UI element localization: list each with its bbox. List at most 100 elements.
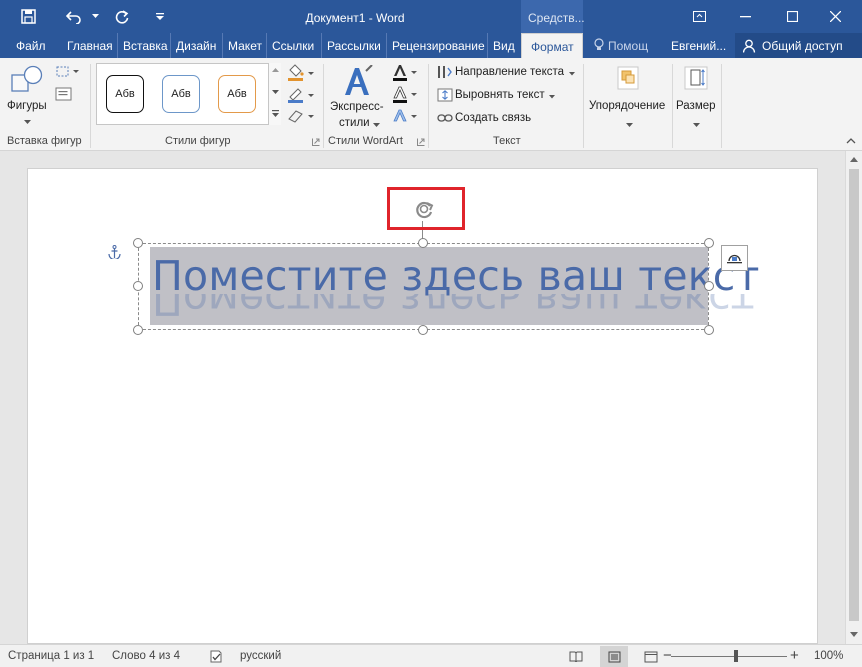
group-divider — [90, 64, 91, 148]
zoom-slider-thumb[interactable] — [734, 650, 738, 662]
ribbon-display-options-button[interactable] — [676, 0, 722, 33]
resize-handle-bottom[interactable] — [418, 325, 428, 335]
resize-handle-top[interactable] — [418, 238, 428, 248]
zoom-level[interactable]: 100% — [814, 650, 843, 662]
shapes-button[interactable]: Фигуры — [6, 64, 50, 128]
text-direction-button[interactable]: Направление текста — [435, 64, 577, 82]
shape-style-swatch-black[interactable]: Абв — [106, 75, 144, 113]
text-outline-icon — [393, 86, 417, 103]
vertical-scrollbar[interactable] — [845, 151, 862, 644]
zoom-slider-track[interactable] — [671, 656, 787, 657]
shape-style-swatch-orange[interactable]: Абв — [218, 75, 256, 113]
save-icon — [20, 9, 36, 24]
language-indicator[interactable]: русский — [240, 650, 281, 662]
resize-handle-bottom-right[interactable] — [704, 325, 714, 335]
web-layout-button[interactable] — [637, 646, 665, 667]
resize-handle-left[interactable] — [133, 281, 143, 291]
minimize-button[interactable] — [722, 0, 768, 33]
wordart-text[interactable]: Поместите здесь ваш текст — [152, 252, 760, 300]
ribbon-tabs: Файл Главная Вставка Дизайн Макет Ссылки… — [0, 33, 862, 58]
scrollbar-thumb[interactable] — [849, 169, 859, 621]
group-divider — [583, 64, 584, 148]
undo-button[interactable] — [58, 0, 90, 33]
resize-handle-top-left[interactable] — [133, 238, 143, 248]
text-effects-button[interactable] — [392, 108, 420, 126]
create-link-button[interactable]: Создать связь — [435, 110, 545, 128]
tab-references[interactable]: Ссылки — [266, 33, 314, 58]
shape-outline-button[interactable] — [286, 86, 318, 104]
align-text-button[interactable]: Выровнять текст — [435, 87, 557, 105]
chevron-down-icon — [569, 72, 575, 76]
tab-mailings[interactable]: Рассылки — [321, 33, 381, 58]
maximize-button[interactable] — [769, 0, 815, 33]
resize-handle-bottom-left[interactable] — [133, 325, 143, 335]
shape-fill-button[interactable] — [286, 64, 318, 82]
wordart-reflection: Поместите здесь ваш текст — [152, 294, 755, 324]
tab-insert[interactable]: Вставка — [117, 33, 168, 58]
edit-shape-button[interactable] — [55, 65, 79, 81]
text-fill-button[interactable] — [392, 64, 420, 82]
chevron-down-icon — [693, 123, 700, 127]
tab-layout[interactable]: Макет — [222, 33, 262, 58]
insert-shapes-group-label: Вставка фигур — [7, 135, 82, 147]
lightbulb-icon — [594, 38, 604, 50]
dialog-launcher-icon[interactable] — [312, 138, 320, 146]
customize-qat-button[interactable] — [144, 0, 176, 33]
paint-bucket-icon — [288, 64, 314, 81]
text-wrap-icon — [727, 254, 742, 264]
tab-view[interactable]: Вид — [487, 33, 515, 58]
arrange-label: Упорядочение — [589, 100, 666, 112]
customize-icon — [156, 13, 164, 20]
resize-handle-right[interactable] — [704, 281, 714, 291]
quick-styles-button[interactable]: Экспресс- стили — [328, 64, 386, 130]
shape-style-swatch-blue[interactable]: Абв — [162, 75, 200, 113]
drawing-tools-context-tab[interactable]: Средств... — [521, 0, 585, 33]
tab-design[interactable]: Дизайн — [170, 33, 216, 58]
undo-icon — [66, 10, 81, 24]
size-button[interactable]: Размер — [674, 64, 718, 130]
tell-me-search[interactable]: Помощ — [594, 33, 648, 58]
tab-review[interactable]: Рецензирование — [386, 33, 485, 58]
ribbon-format: Фигуры Вставка фигур Абв Абв Абв Стили ф… — [0, 58, 862, 151]
maximize-icon — [786, 11, 798, 22]
wordart-styles-group-label: Стили WordArt — [328, 135, 403, 147]
text-direction-label: Направление текста — [455, 66, 565, 78]
text-group-label: Текст — [493, 135, 521, 147]
text-box-button[interactable] — [55, 87, 75, 103]
arrange-button[interactable]: Упорядочение — [587, 64, 671, 130]
ribbon-display-icon — [692, 11, 706, 22]
redo-button[interactable] — [106, 0, 138, 33]
scroll-up-icon[interactable] — [850, 157, 858, 162]
person-icon — [743, 39, 756, 53]
chevron-down-icon — [24, 120, 31, 124]
shape-effects-button[interactable] — [286, 108, 318, 126]
read-mode-button[interactable] — [562, 646, 590, 667]
group-divider — [672, 64, 673, 148]
print-layout-button[interactable] — [600, 646, 628, 667]
size-icon — [684, 66, 708, 90]
scroll-down-icon[interactable] — [850, 632, 858, 637]
zoom-in-button[interactable]: + — [790, 647, 799, 664]
user-account[interactable]: Евгений... — [671, 33, 726, 58]
tab-home[interactable]: Главная — [67, 33, 113, 58]
page-count[interactable]: Страница 1 из 1 — [8, 650, 94, 662]
text-outline-button[interactable] — [392, 86, 420, 104]
status-bar: Страница 1 из 1 Слово 4 из 4 русский − +… — [0, 644, 862, 667]
resize-handle-top-right[interactable] — [704, 238, 714, 248]
tab-format[interactable]: Формат — [521, 33, 583, 58]
create-link-label: Создать связь — [455, 112, 532, 124]
layout-options-button[interactable] — [721, 245, 748, 271]
undo-dropdown[interactable] — [90, 0, 100, 33]
word-count[interactable]: Слово 4 из 4 — [112, 650, 180, 662]
close-button[interactable] — [812, 0, 858, 33]
collapse-ribbon-icon[interactable] — [846, 137, 856, 144]
tab-file[interactable]: Файл — [16, 33, 46, 58]
text-fill-icon — [393, 65, 417, 81]
share-button[interactable]: Общий доступ — [735, 33, 862, 58]
dialog-launcher-icon[interactable] — [417, 138, 425, 146]
scroll-up-icon — [272, 68, 279, 72]
proofing-icon[interactable] — [209, 650, 223, 663]
gallery-scroll[interactable] — [268, 63, 281, 125]
minimize-icon — [739, 15, 751, 17]
save-button[interactable] — [12, 0, 44, 33]
